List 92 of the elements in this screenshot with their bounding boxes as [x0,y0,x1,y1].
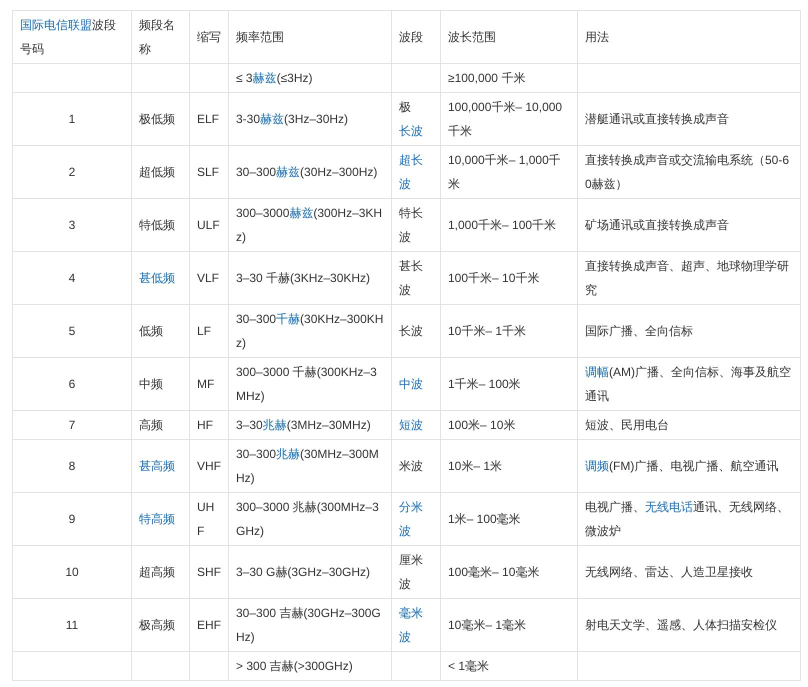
cell-text: 300–3000 千赫(300KHz–3MHz) [236,365,377,403]
cell-text: 潜艇通讯或直接转换成声音 [585,112,729,126]
cell-text: 调频(FM)广播、电视广播、航空通讯 [585,459,778,473]
cell-text: 特长波 [399,206,423,244]
link[interactable]: 千赫 [276,312,300,326]
cell-text: 厘米波 [399,553,423,591]
cell-text: VLF [197,271,220,285]
cell-text: 2 [68,165,76,179]
cell-text: 6 [68,377,76,391]
cell-text: ULF [197,218,220,232]
column-header: 频率范围 [236,30,284,44]
cell-text: 3 [68,218,76,232]
cell-text: 米波 [399,459,423,473]
cell-text: 低频 [139,324,163,338]
column-header: 国际电信联盟波段号码 [20,18,116,56]
link[interactable]: 赫兹 [260,112,284,126]
cell-text: > 300 吉赫(>300GHz) [236,659,353,673]
cell-text: < 1毫米 [448,659,490,673]
column-header: 频段名称 [139,18,175,56]
cell-text: ≤ 3赫兹(≤3Hz) [236,71,313,85]
cell-text: 1千米– 100米 [448,377,521,391]
cell-text: EHF [197,618,221,632]
cell-text: 电视广播、无线电话通讯、无线网络、微波炉 [585,500,789,538]
cell-text: SHF [197,565,221,579]
cell-text: 300–3000 兆赫(300MHz–3GHz) [236,500,379,538]
cell-text: MF [197,377,214,391]
link[interactable]: 兆赫 [262,418,287,432]
cell-text: 3–30 G赫(3GHz–30GHz) [236,565,370,579]
cell-text: SLF [197,165,220,179]
cell-text: 10毫米– 1毫米 [448,618,526,632]
column-header: 波长范围 [448,30,496,44]
cell-text: 30–300 吉赫(30GHz–300GHz) [236,606,381,644]
cell-text: 5 [68,324,76,338]
cell-text: 特低频 [139,218,175,232]
cell-text: 100,000千米– 10,000千米 [448,100,562,138]
cell-text: 调幅(AM)广播、全向信标、海事及航空通讯 [585,365,791,403]
cell-text: 超低频 [139,165,175,179]
cell-text: 长波 [399,324,423,338]
cell-text: 极 长波 [399,100,423,138]
cell-text: 高频 [139,418,163,432]
column-header: 用法 [585,30,609,44]
cell-text: 9 [68,512,76,526]
cell-text: 30–300兆赫(30MHz–300MHz) [236,447,379,485]
cell-text: 无线网络、雷达、人造卫星接收 [585,565,753,579]
link[interactable]: 调频 [585,459,609,473]
cell-text: 1,000千米– 100千米 [448,218,556,232]
cell-text: ≥100,000 千米 [448,71,526,85]
cell-text: 直接转换成声音或交流输电系统（50-60赫兹） [585,153,790,191]
cell-text: 100千米– 10千米 [448,271,540,285]
cell-text: UHF [197,500,214,538]
link[interactable]: 长波 [399,124,423,138]
cell-text: 30–300千赫(30KHz–300KHz) [236,312,384,350]
link[interactable]: 兆赫 [276,447,300,461]
cell-text: 4 [68,271,76,285]
cell-text: 极高频 [139,618,175,632]
cell-text: 10千米– 1千米 [448,324,526,338]
cell-text: 7 [68,418,76,432]
cell-text: 11 [66,618,78,632]
cell-text: 3-30赫兹(3Hz–30Hz) [236,112,348,126]
cell-text: LF [197,324,212,338]
cell-text: 甚长波 [399,259,423,297]
cell-text: 射电天文学、遥感、人体扫描安检仪 [585,618,777,632]
link[interactable]: 赫兹 [276,165,300,179]
cell-text: VHF [197,459,221,473]
cell-text: 100米– 10米 [448,418,516,432]
cell-text: 1 [68,112,76,126]
cell-text: 直接转换成声音、超声、地球物理学研究 [585,259,789,297]
cell-text: 短波、民用电台 [585,418,669,432]
cell-text: 10,000千米– 1,000千米 [448,153,561,191]
cell-text: 30–300赫兹(30Hz–300Hz) [236,165,378,179]
link[interactable]: 无线电话 [645,500,693,514]
cell-text: 极低频 [139,112,175,126]
link[interactable]: 国际电信联盟 [20,18,92,32]
cell-text: 矿场通讯或直接转换成声音 [585,218,729,232]
column-header: 波段 [399,30,423,44]
link[interactable]: 赫兹 [252,71,277,85]
cell-text: 3–30兆赫(3MHz–30MHz) [236,418,371,432]
link[interactable]: 赫兹 [289,206,314,220]
cell-text: 300–3000赫兹(300Hz–3KHz) [236,206,382,244]
cell-text: 1米– 100毫米 [448,512,521,526]
cell-text: 国际广播、全向信标 [585,324,693,338]
cell-text: 中频 [139,377,163,391]
cell-text: 8 [68,459,76,473]
cell-text: 10米– 1米 [448,459,502,473]
cell-text: 3–30 千赫(3KHz–30KHz) [236,271,370,285]
cell-text: 超高频 [139,565,175,579]
cell-text: 100毫米– 10毫米 [448,565,540,579]
column-header: 缩写 [197,30,221,44]
cell-text: 10 [65,565,79,579]
link[interactable]: 调幅 [585,365,609,379]
cell-text: HF [197,418,213,432]
cell-text: ELF [197,112,220,126]
